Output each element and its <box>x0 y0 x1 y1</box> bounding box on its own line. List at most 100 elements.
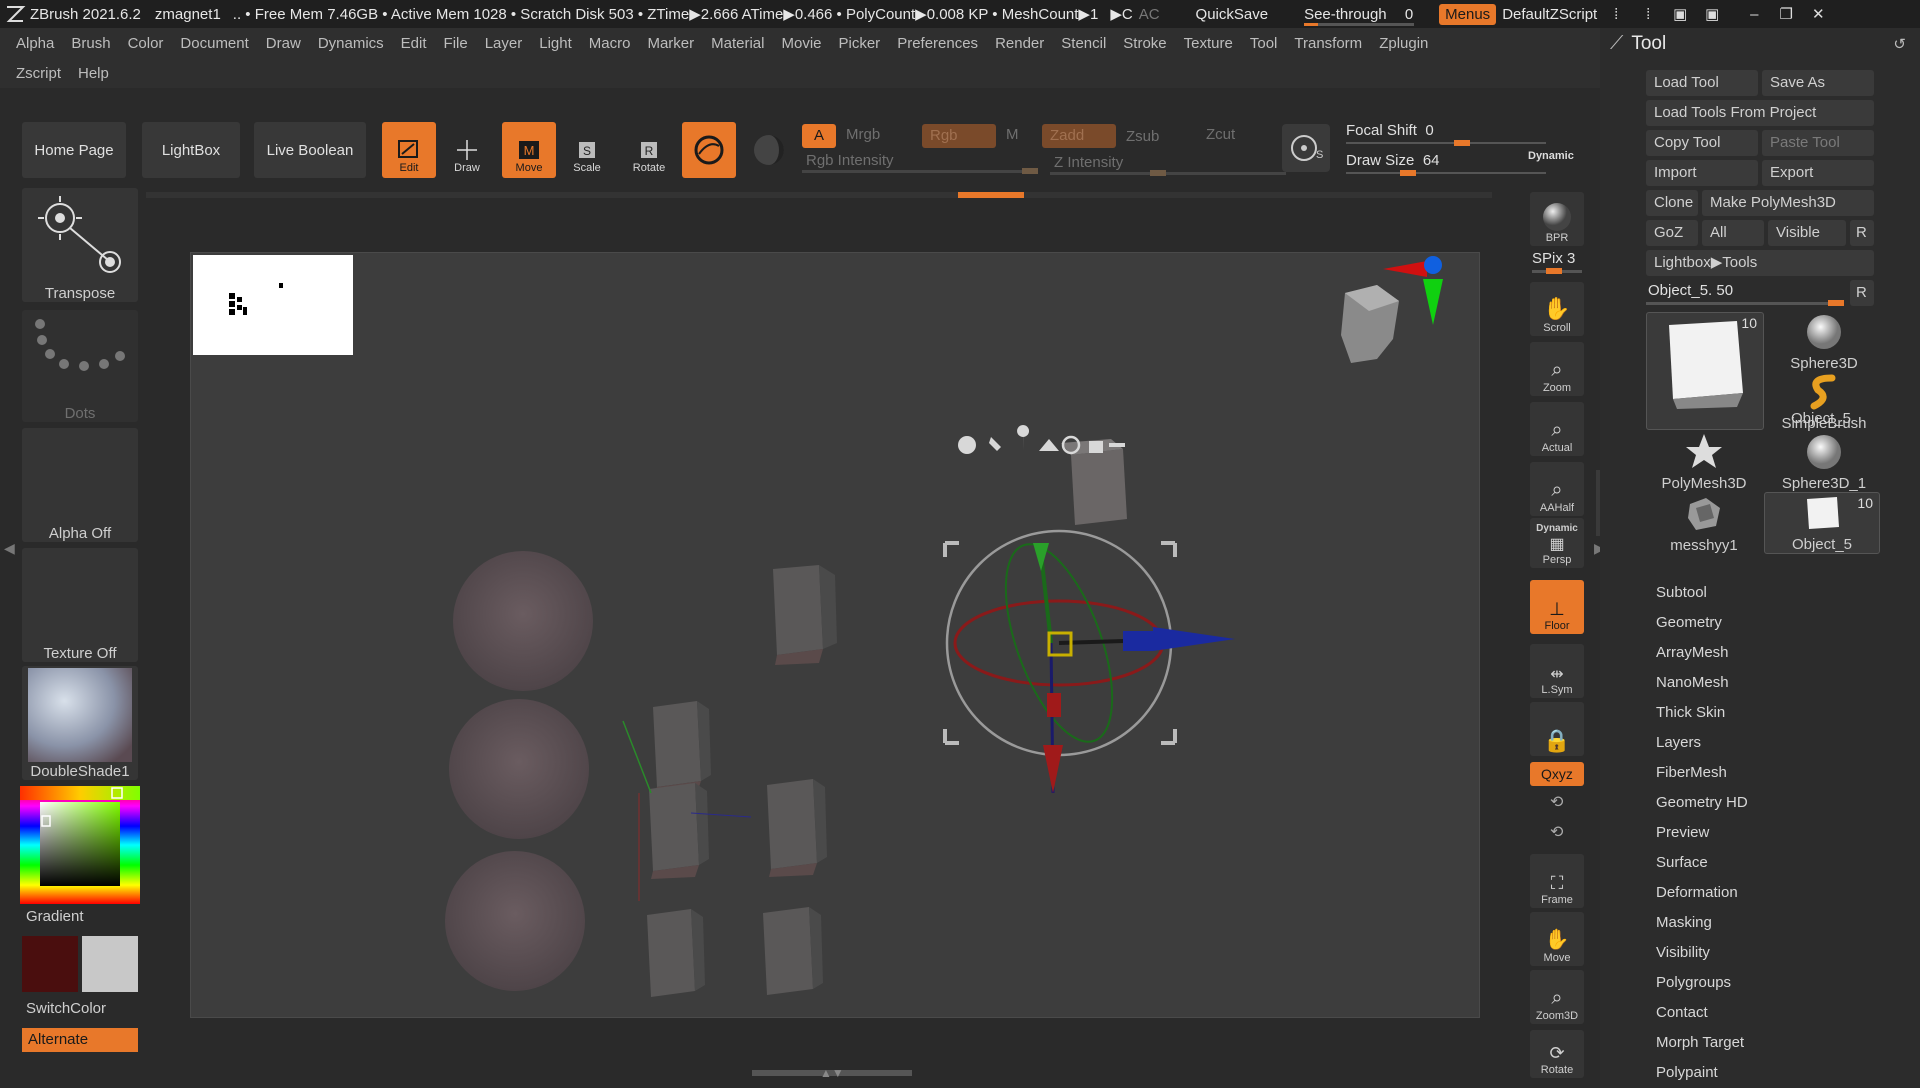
make-polymesh3d-button[interactable]: Make PolyMesh3D <box>1702 190 1874 216</box>
bpr-button[interactable]: BPR <box>1530 192 1584 246</box>
clone-button[interactable]: Clone <box>1646 190 1698 216</box>
stroke-dots-button[interactable]: Dots <box>22 310 138 422</box>
scale-button[interactable]: S Scale <box>560 122 614 178</box>
xyz-button[interactable]: Qxyz <box>1530 762 1584 786</box>
lightbox-tools-button[interactable]: Lightbox▶Tools <box>1646 250 1874 276</box>
rotate-button[interactable]: R Rotate <box>622 122 676 178</box>
secondary-color-swatch[interactable] <box>82 936 138 992</box>
zcut-toggle[interactable]: Zcut <box>1206 126 1235 143</box>
import-button[interactable]: Import <box>1646 160 1758 186</box>
menu-tool[interactable]: Tool <box>1250 35 1278 52</box>
alternate-button[interactable]: Alternate <box>22 1028 138 1052</box>
draw-button[interactable]: Draw <box>440 122 494 178</box>
tool-thumb-messhyy1[interactable]: messhyy1 <box>1646 494 1762 554</box>
canvas-viewport[interactable] <box>190 252 1480 1018</box>
subpalette-deformation[interactable]: Deformation <box>1600 878 1920 908</box>
canvas-top-scrollbar[interactable] <box>146 192 1492 198</box>
close-icon[interactable]: ✕ <box>1805 5 1831 23</box>
lazymouse-button[interactable]: S <box>1282 124 1330 172</box>
material-sphere-button[interactable] <box>742 122 796 178</box>
subpalette-layers[interactable]: Layers <box>1600 728 1920 758</box>
layout-icon-3[interactable]: ▣ <box>1667 5 1693 23</box>
lock-button[interactable]: 🔒 <box>1530 702 1584 756</box>
bottom-tray-toggle-icon[interactable]: ▲▼ <box>820 1066 844 1080</box>
layout-icon-1[interactable]: ⁞ <box>1603 6 1629 23</box>
menu-help[interactable]: Help <box>78 65 109 82</box>
move-view-button[interactable]: ✋ Move <box>1530 912 1584 966</box>
cube-3[interactable] <box>649 783 709 879</box>
tool-thumb-simplebrush[interactable]: SimpleBrush <box>1770 372 1878 432</box>
subpalette-surface[interactable]: Surface <box>1600 848 1920 878</box>
load-tool-button[interactable]: Load Tool <box>1646 70 1758 96</box>
menu-color[interactable]: Color <box>128 35 164 52</box>
zadd-toggle[interactable]: Zadd <box>1042 124 1116 148</box>
dynamic-toggle[interactable]: Dynamic <box>1528 150 1574 162</box>
object-slider[interactable]: Object_5. 50 <box>1646 280 1848 306</box>
cube-4[interactable] <box>767 779 827 877</box>
home-page-button[interactable]: Home Page <box>22 122 126 178</box>
restore-icon[interactable]: ❐ <box>1773 5 1799 23</box>
menu-stroke[interactable]: Stroke <box>1123 35 1166 52</box>
subpalette-preview[interactable]: Preview <box>1600 818 1920 848</box>
paste-tool-button[interactable]: Paste Tool <box>1762 130 1874 156</box>
main-color-swatch[interactable] <box>22 936 78 992</box>
export-button[interactable]: Export <box>1762 160 1874 186</box>
menu-draw[interactable]: Draw <box>266 35 301 52</box>
gradient-label[interactable]: Gradient <box>26 908 84 925</box>
subpalette-polygroups[interactable]: Polygroups <box>1600 968 1920 998</box>
menus-button[interactable]: Menus <box>1439 3 1497 25</box>
mrgb-toggle[interactable]: Mrgb <box>846 126 880 143</box>
subpalette-visibility[interactable]: Visibility <box>1600 938 1920 968</box>
transpose-gizmo[interactable] <box>943 529 1235 794</box>
play-button[interactable]: ▶C <box>1110 5 1132 23</box>
subpalette-thick-skin[interactable]: Thick Skin <box>1600 698 1920 728</box>
switchcolor-button[interactable]: SwitchColor <box>26 1000 106 1017</box>
cube-1[interactable] <box>773 565 837 665</box>
alpha-button[interactable]: Alpha Off <box>22 428 138 542</box>
actual-button[interactable]: ⌕ Actual <box>1530 402 1584 456</box>
subpalette-fibermesh[interactable]: FiberMesh <box>1600 758 1920 788</box>
zoom-button[interactable]: ⌕ Zoom <box>1530 342 1584 396</box>
rotate-y-icon[interactable]: ⟲ <box>1550 792 1563 812</box>
layout-icon-2[interactable]: ⁞ <box>1635 6 1661 23</box>
scroll-button[interactable]: ✋ Scroll <box>1530 282 1584 336</box>
menu-picker[interactable]: Picker <box>839 35 881 52</box>
focal-shift-slider[interactable]: Focal Shift 0 <box>1346 122 1572 146</box>
subpalette-polypaint[interactable]: Polypaint <box>1600 1058 1920 1088</box>
transpose-button[interactable]: Transpose <box>22 188 138 302</box>
minimize-icon[interactable]: – <box>1741 6 1767 23</box>
goz-r-button[interactable]: R <box>1850 220 1874 246</box>
menu-layer[interactable]: Layer <box>485 35 523 52</box>
tool-thumb-object5[interactable]: 10 Object_5 <box>1646 312 1851 430</box>
menu-macro[interactable]: Macro <box>589 35 631 52</box>
texture-button[interactable]: Texture Off <box>22 548 138 662</box>
menu-brush[interactable]: Brush <box>71 35 110 52</box>
sphere-3[interactable] <box>445 851 585 991</box>
subpalette-subtool[interactable]: Subtool <box>1600 578 1920 608</box>
object-r-button[interactable]: R <box>1850 280 1874 306</box>
cube-6[interactable] <box>763 907 823 995</box>
goz-visible-button[interactable]: Visible <box>1768 220 1846 246</box>
tool-thumb-polymesh3d[interactable]: PolyMesh3D <box>1646 432 1762 492</box>
menu-transform[interactable]: Transform <box>1294 35 1362 52</box>
zoom3d-button[interactable]: ⌕ Zoom3D <box>1530 970 1584 1024</box>
persp-button[interactable]: Dynamic ▦ Persp <box>1530 518 1584 568</box>
color-picker[interactable] <box>20 786 140 904</box>
goz-button[interactable]: GoZ <box>1646 220 1698 246</box>
layout-icon-4[interactable]: ▣ <box>1699 5 1725 23</box>
lsym-button[interactable]: ⇹ L.Sym <box>1530 644 1584 698</box>
menu-render[interactable]: Render <box>995 35 1044 52</box>
aahalf-button[interactable]: ⌕ AAHalf <box>1530 462 1584 516</box>
subpalette-geometry[interactable]: Geometry <box>1600 608 1920 638</box>
floor-button[interactable]: ⊥ Floor <box>1530 580 1584 634</box>
tool-thumb-sphere3d[interactable]: Sphere3D <box>1770 312 1878 372</box>
menu-zscript[interactable]: Zscript <box>16 65 61 82</box>
ac-button[interactable]: AC <box>1139 6 1160 23</box>
menu-material[interactable]: Material <box>711 35 764 52</box>
m-toggle[interactable]: M <box>1006 126 1019 143</box>
rgb-toggle[interactable]: Rgb <box>922 124 996 148</box>
brush-sphere-button[interactable] <box>682 122 736 178</box>
menu-stencil[interactable]: Stencil <box>1061 35 1106 52</box>
rotate-z-icon[interactable]: ⟲ <box>1550 822 1563 842</box>
menu-edit[interactable]: Edit <box>401 35 427 52</box>
